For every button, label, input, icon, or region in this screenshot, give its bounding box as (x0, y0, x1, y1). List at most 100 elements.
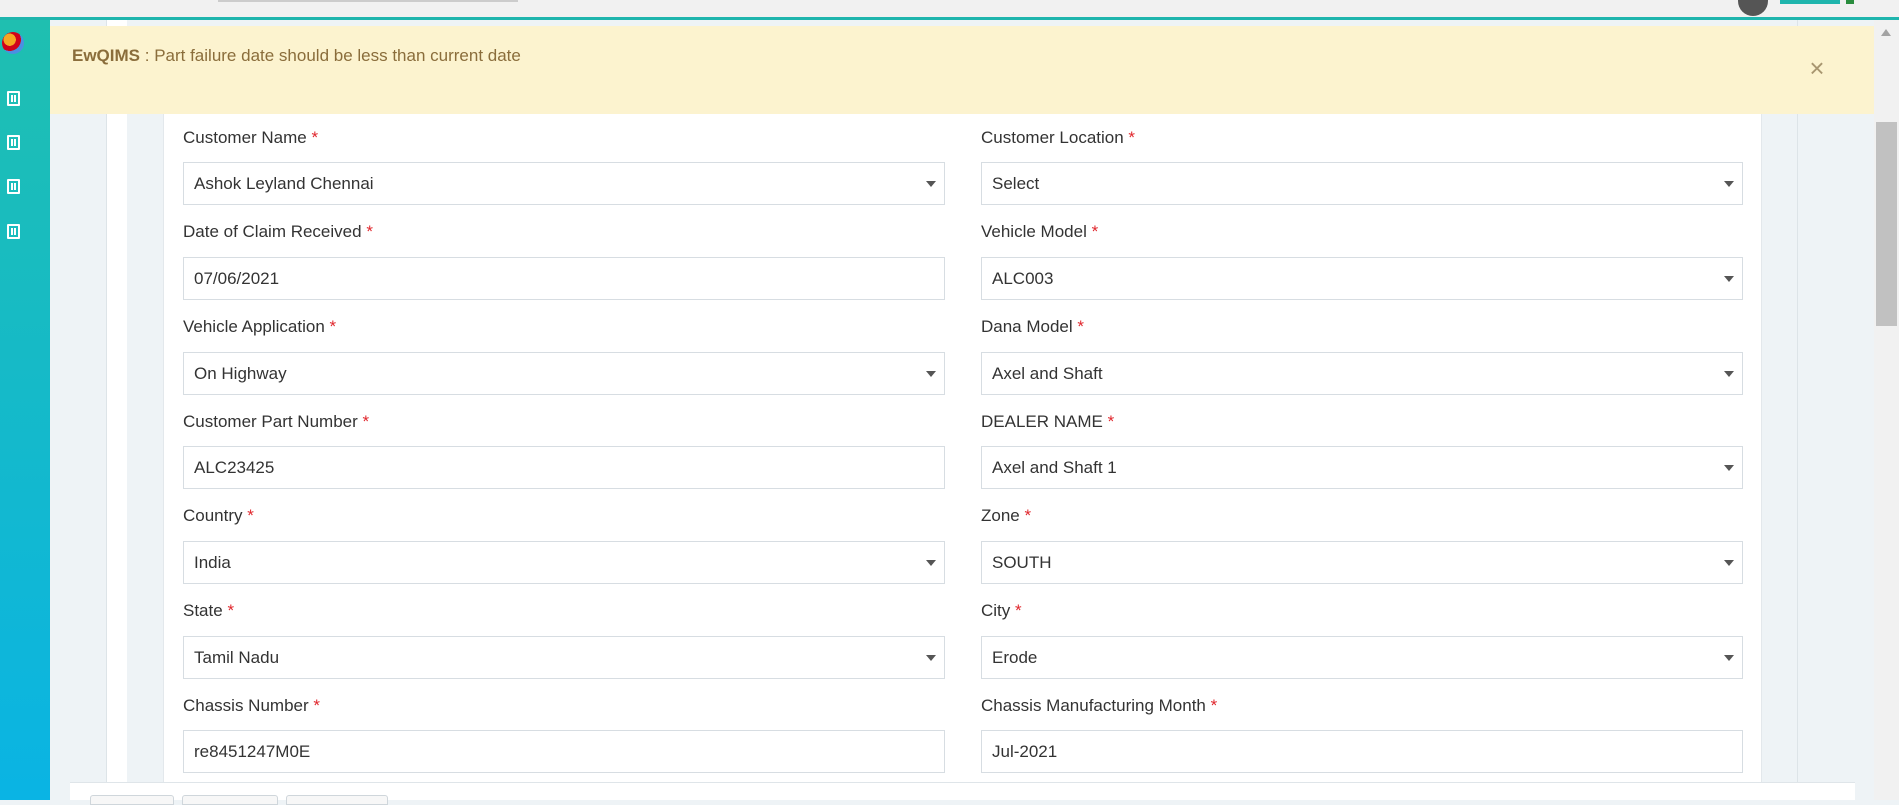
caret-down-icon (926, 181, 936, 187)
customer-name-value: Ashok Leyland Chennai (194, 174, 374, 193)
scrollbar-thumb[interactable] (1876, 122, 1897, 326)
dealer-name-label: DEALER NAME * (981, 412, 1114, 432)
country-label: Country * (183, 506, 254, 526)
city-label: City * (981, 601, 1022, 621)
top-header-bar (0, 0, 1899, 20)
required-asterisk: * (1077, 317, 1085, 336)
city-label-text: City (981, 601, 1011, 620)
customer-name-label-text: Customer Name (183, 128, 307, 147)
header-search-input[interactable] (218, 0, 518, 2)
header-badge[interactable] (1780, 0, 1840, 4)
chassis-mfg-month-value: Jul-2021 (992, 742, 1058, 761)
close-icon[interactable]: × (1806, 55, 1828, 81)
warning-alert: EwQIMS : Part failure date should be les… (50, 26, 1874, 114)
chassis-number-value: re8451247M0E (194, 742, 311, 761)
form-footer-bar (70, 782, 1855, 805)
zone-value: SOUTH (992, 553, 1052, 572)
date-claim-received-input[interactable]: 07/06/2021 (183, 257, 945, 300)
footer-button-2[interactable] (182, 795, 278, 805)
dealer-name-label-text: DEALER NAME (981, 412, 1103, 431)
customer-part-number-value: ALC23425 (194, 458, 275, 477)
required-asterisk: * (247, 506, 254, 525)
date-claim-received-value: 07/06/2021 (194, 269, 280, 288)
building-icon[interactable] (7, 224, 20, 239)
required-asterisk: * (313, 696, 321, 715)
alert-text: EwQIMS : Part failure date should be les… (72, 46, 521, 66)
vehicle-application-value: On Highway (194, 364, 287, 383)
sidebar (0, 20, 50, 800)
required-asterisk: * (366, 222, 373, 241)
chassis-number-label-text: Chassis Number (183, 696, 309, 715)
vehicle-application-select[interactable]: On Highway (183, 352, 945, 395)
alert-brand: EwQIMS (72, 46, 141, 65)
chassis-mfg-month-label-text: Chassis Manufacturing Month (981, 696, 1206, 715)
required-asterisk: * (1128, 128, 1136, 147)
zone-select[interactable]: SOUTH (981, 541, 1743, 584)
caret-down-icon (926, 655, 936, 661)
caret-down-icon (1724, 560, 1734, 566)
dana-model-label: Dana Model * (981, 317, 1084, 337)
date-claim-received-label-text: Date of Claim Received (183, 222, 362, 241)
customer-location-label: Customer Location * (981, 128, 1135, 148)
customer-name-label: Customer Name * (183, 128, 318, 148)
required-asterisk: * (311, 128, 319, 147)
required-asterisk: * (1091, 222, 1099, 241)
dana-model-label-text: Dana Model (981, 317, 1073, 336)
caret-down-icon (926, 371, 936, 377)
vehicle-model-label-text: Vehicle Model (981, 222, 1087, 241)
scroll-up-arrow-icon[interactable] (1881, 29, 1891, 36)
customer-name-select[interactable]: Ashok Leyland Chennai (183, 162, 945, 205)
dana-model-select[interactable]: Axel and Shaft (981, 352, 1743, 395)
city-value: Erode (992, 648, 1038, 667)
city-select[interactable]: Erode (981, 636, 1743, 679)
customer-part-number-input[interactable]: ALC23425 (183, 446, 945, 489)
state-value: Tamil Nadu (194, 648, 280, 667)
footer-button-1[interactable] (90, 795, 174, 805)
country-value: India (194, 553, 231, 572)
customer-location-select[interactable]: Select (981, 162, 1743, 205)
footer-button-3[interactable] (286, 795, 388, 805)
required-asterisk: * (227, 601, 235, 620)
dealer-name-select[interactable]: Axel and Shaft 1 (981, 446, 1743, 489)
vehicle-application-label: Vehicle Application * (183, 317, 336, 337)
caret-down-icon (1724, 465, 1734, 471)
customer-location-value: Select (992, 174, 1040, 193)
caret-down-icon (1724, 276, 1734, 282)
caret-down-icon (1724, 181, 1734, 187)
state-label-text: State (183, 601, 223, 620)
caret-down-icon (926, 560, 936, 566)
alert-separator: : (140, 46, 155, 65)
caret-down-icon (1724, 371, 1734, 377)
user-avatar[interactable] (1738, 0, 1768, 16)
vehicle-model-value: ALC003 (992, 269, 1054, 288)
state-label: State * (183, 601, 234, 621)
zone-label-text: Zone (981, 506, 1020, 525)
chassis-mfg-month-label: Chassis Manufacturing Month * (981, 696, 1217, 716)
chassis-number-input[interactable]: re8451247M0E (183, 730, 945, 773)
vehicle-model-select[interactable]: ALC003 (981, 257, 1743, 300)
flag-icon (1846, 0, 1854, 4)
customer-part-number-label-text: Customer Part Number (183, 412, 358, 431)
customer-location-label-text: Customer Location (981, 128, 1124, 147)
required-asterisk: * (362, 412, 370, 431)
state-select[interactable]: Tamil Nadu (183, 636, 945, 679)
chassis-number-label: Chassis Number * (183, 696, 320, 716)
required-asterisk: * (1107, 412, 1115, 431)
zone-label: Zone * (981, 506, 1031, 526)
required-asterisk: * (329, 317, 337, 336)
country-label-text: Country (183, 506, 243, 525)
building-icon[interactable] (7, 135, 20, 150)
app-logo-icon (2, 32, 24, 54)
dana-model-value: Axel and Shaft (992, 364, 1103, 383)
date-claim-received-label: Date of Claim Received * (183, 222, 373, 242)
building-icon[interactable] (7, 91, 20, 106)
country-select[interactable]: India (183, 541, 945, 584)
dealer-name-value: Axel and Shaft 1 (992, 458, 1117, 477)
caret-down-icon (1724, 655, 1734, 661)
building-icon[interactable] (7, 179, 20, 194)
chassis-mfg-month-input[interactable]: Jul-2021 (981, 730, 1743, 773)
customer-part-number-label: Customer Part Number * (183, 412, 369, 432)
required-asterisk: * (1210, 696, 1218, 715)
required-asterisk: * (1015, 601, 1022, 620)
required-asterisk: * (1024, 506, 1032, 525)
